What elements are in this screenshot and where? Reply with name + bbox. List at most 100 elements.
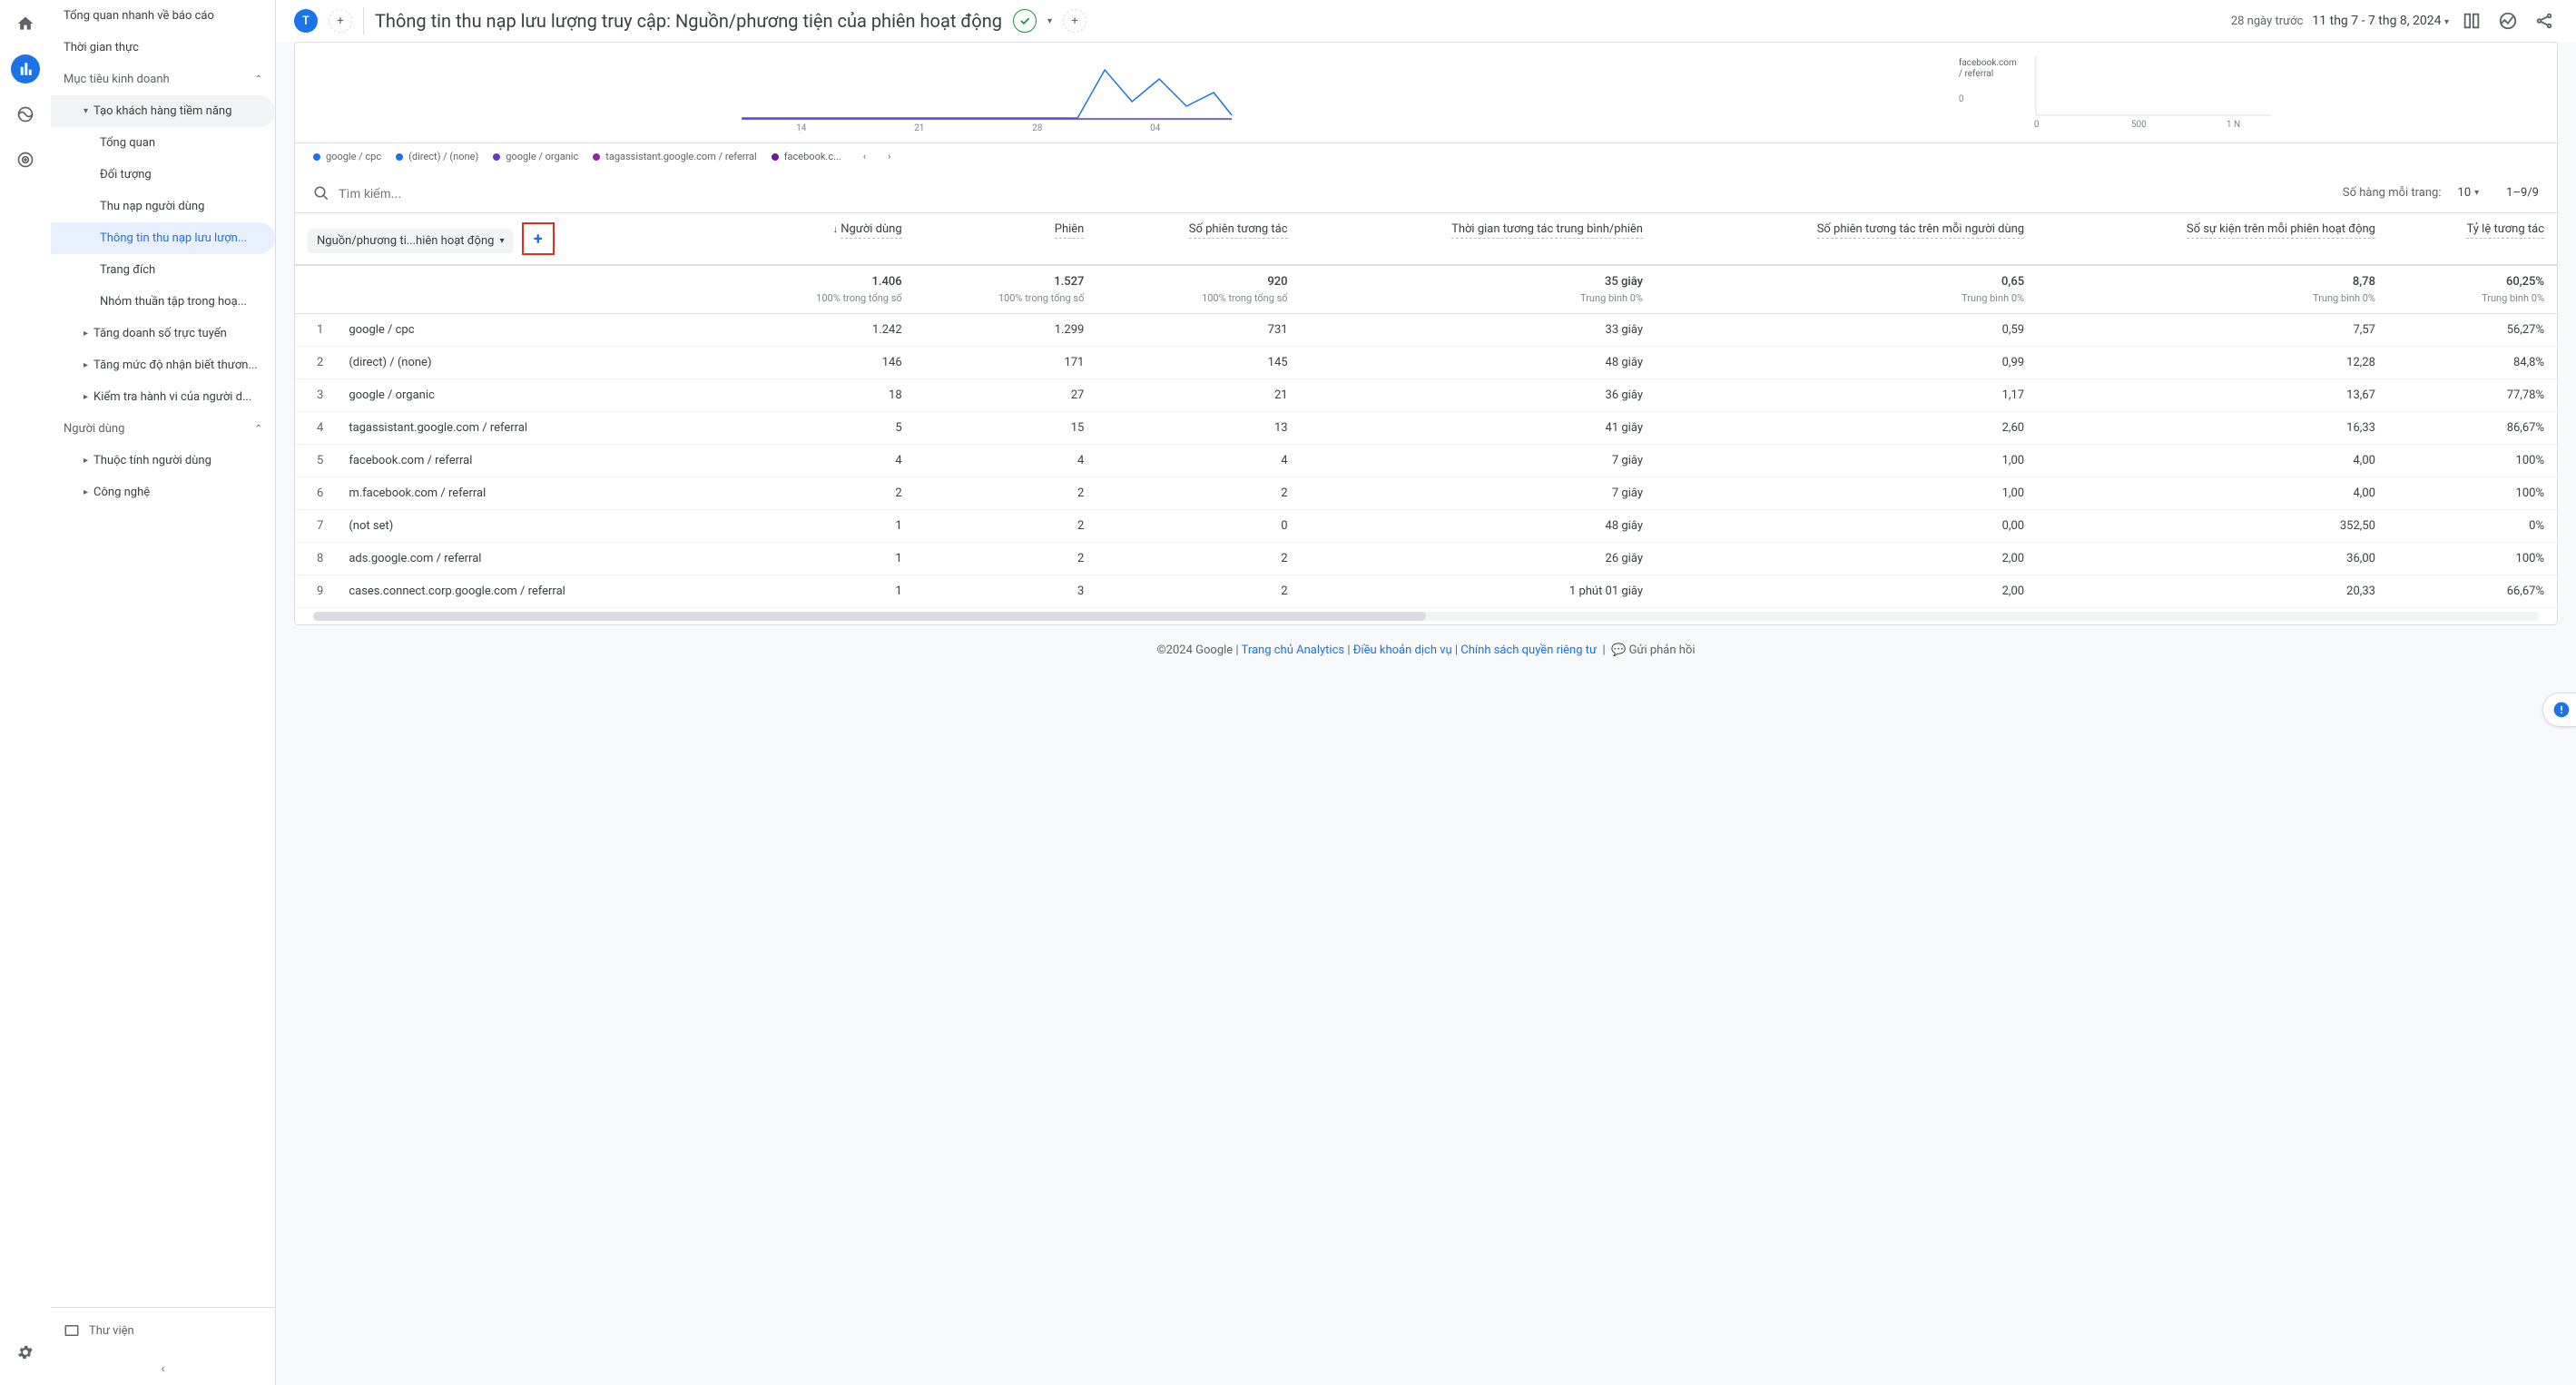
col-eng-rate[interactable]: Tỷ lệ tương tác — [2388, 213, 2557, 265]
legend-item[interactable]: tagassistant.google.com / referral — [593, 151, 756, 162]
sidebar-section-business[interactable]: Mục tiêu kinh doanh ⌃ — [51, 64, 275, 95]
insights-icon[interactable] — [2494, 7, 2522, 34]
sidebar-library[interactable]: Thư viện — [51, 1307, 275, 1353]
legend-prev[interactable]: ‹ — [863, 151, 866, 162]
collapse-sidebar-button[interactable]: ‹ — [51, 1353, 275, 1385]
legend-label: (direct) / (none) — [408, 151, 478, 162]
legend-item[interactable]: (direct) / (none) — [396, 151, 478, 162]
line-chart: 14 thg 21 28 04 — [313, 52, 1660, 133]
page-footer: ©2024 Google | Trang chủ Analytics | Điề… — [294, 625, 2558, 675]
reports-icon[interactable] — [11, 54, 40, 83]
sidebar-lead-gen[interactable]: ▾Tạo khách hàng tiềm năng — [51, 95, 275, 127]
sidebar-realtime[interactable]: Thời gian thực — [51, 32, 275, 64]
col-events-per[interactable]: Số sự kiện trên mỗi phiên hoạt động — [2037, 213, 2388, 265]
legend-label: facebook.c... — [784, 151, 841, 162]
library-icon — [64, 1322, 80, 1339]
plus-icon: + — [534, 230, 543, 249]
report-card: 14 thg 21 28 04 facebook.com / referral … — [294, 42, 2558, 625]
sidebar-item-label: Tạo khách hàng tiềm năng — [93, 104, 231, 118]
table-row[interactable]: 9cases.connect.corp.google.com / referra… — [295, 575, 2557, 608]
table-toolbar: Số hàng mỗi trang: 10 ▾ 1–9/9 — [295, 173, 2557, 213]
col-avg-time[interactable]: Thời gian tương tác trung bình/phiên — [1301, 213, 1656, 265]
table-row[interactable]: 3google / organic18272136 giây1,1713,677… — [295, 379, 2557, 412]
chevron-down-icon[interactable]: ▾ — [1047, 16, 1052, 26]
date-range-picker[interactable]: 11 thg 7 - 7 thg 8, 2024 ▾ — [2312, 14, 2449, 28]
advertising-icon[interactable] — [11, 145, 40, 174]
sidebar-traffic-acquisition[interactable]: Thông tin thu nạp lưu lượn... — [51, 222, 275, 254]
horizontal-scrollbar[interactable] — [313, 612, 2539, 621]
add-dimension-button[interactable]: + — [522, 222, 555, 255]
legend-label: google / cpc — [326, 151, 381, 162]
svg-text:0: 0 — [2034, 120, 2040, 130]
legend-dot — [593, 153, 600, 161]
pagination-range: 1–9/9 — [2506, 186, 2539, 200]
date-relative: 28 ngày trước — [2231, 15, 2304, 28]
sidebar-quick-overview[interactable]: Tổng quan nhanh về báo cáo — [51, 0, 275, 32]
sidebar-cohort[interactable]: Nhóm thuần tập trong hoạ... — [51, 286, 275, 318]
legend-next[interactable]: › — [888, 151, 890, 162]
legend-item[interactable]: google / organic — [493, 151, 578, 162]
col-users[interactable]: ↓ Người dùng — [732, 213, 915, 265]
svg-text:500: 500 — [2131, 120, 2147, 130]
table-row[interactable]: 8ads.google.com / referral12226 giây2,00… — [295, 543, 2557, 575]
table-row[interactable]: 2(direct) / (none)14617114548 giây0,9912… — [295, 347, 2557, 379]
chevron-up-icon: ⌃ — [255, 424, 262, 434]
chevron-right-icon: ▸ — [84, 329, 88, 339]
sidebar-section-label: Mục tiêu kinh doanh — [64, 73, 170, 86]
sidebar-user-acquisition[interactable]: Thu nạp người dùng — [51, 191, 275, 222]
sidebar-technology[interactable]: ▸Công nghệ — [51, 476, 275, 508]
sidebar-library-label: Thư viện — [89, 1324, 134, 1338]
table-row[interactable]: 1google / cpc1.2421.29973133 giây0,597,5… — [295, 314, 2557, 347]
svg-text:0: 0 — [1959, 94, 1964, 104]
settings-icon[interactable] — [11, 1338, 40, 1367]
nav-rail — [0, 0, 51, 1385]
rows-per-page-select[interactable]: 10 ▾ — [2451, 182, 2487, 203]
legend-dot — [396, 153, 403, 161]
legend-dot — [493, 153, 500, 161]
legend-dot — [313, 153, 320, 161]
bar-chart: facebook.com / referral 0 0 500 1 N — [1696, 52, 2539, 133]
chevron-right-icon: ▸ — [84, 456, 88, 466]
table-row[interactable]: 5facebook.com / referral4447 giây1,004,0… — [295, 445, 2557, 477]
add-tab-button[interactable]: + — [329, 9, 352, 33]
footer-feedback[interactable]: 💬 Gửi phản hồi — [1611, 643, 1695, 657]
col-engaged[interactable]: Số phiên tương tác — [1096, 213, 1300, 265]
legend-dot — [772, 153, 779, 161]
sidebar-audience[interactable]: Đối tượng — [51, 159, 275, 191]
footer-terms[interactable]: Điều khoản dịch vụ — [1353, 643, 1452, 657]
chevron-up-icon: ⌃ — [255, 74, 262, 84]
sidebar-user-attributes[interactable]: ▸Thuộc tính người dùng — [51, 445, 275, 476]
sidebar-brand-awareness[interactable]: ▸Tăng mức độ nhận biết thươn... — [51, 349, 275, 381]
table-row[interactable]: 7(not set)12048 giây0,00352,500% — [295, 510, 2557, 543]
totals-row: 1.406100% trong tổng số 1.527100% trong … — [295, 265, 2557, 314]
footer-analytics-home[interactable]: Trang chủ Analytics — [1242, 643, 1345, 657]
legend-item[interactable]: google / cpc — [313, 151, 381, 162]
sidebar-section-users[interactable]: Người dùng⌃ — [51, 413, 275, 445]
table-row[interactable]: 4tagassistant.google.com / referral51513… — [295, 412, 2557, 445]
status-check-icon[interactable] — [1013, 9, 1037, 33]
compare-icon[interactable] — [2458, 7, 2485, 34]
sidebar-landing[interactable]: Trang đích — [51, 254, 275, 286]
dimension-picker[interactable]: Nguồn/phương ti...hiên hoạt động ▾ — [308, 229, 513, 253]
floating-insights-button[interactable] — [2542, 692, 2576, 727]
home-icon[interactable] — [11, 9, 40, 38]
share-icon[interactable] — [2531, 7, 2558, 34]
legend-label: tagassistant.google.com / referral — [605, 151, 756, 162]
sidebar-grow-sales[interactable]: ▸Tăng doanh số trực tuyến — [51, 318, 275, 349]
table-row[interactable]: 6m.facebook.com / referral2227 giây1,004… — [295, 477, 2557, 510]
add-comparison-button[interactable]: + — [1063, 9, 1086, 33]
col-sessions[interactable]: Phiên — [915, 213, 1097, 265]
svg-text:21: 21 — [914, 123, 924, 133]
footer-privacy[interactable]: Chính sách quyền riêng tư — [1460, 643, 1597, 657]
sidebar: Tổng quan nhanh về báo cáo Thời gian thự… — [51, 0, 276, 1385]
legend-item[interactable]: facebook.c... — [772, 151, 841, 162]
col-eng-per-user[interactable]: Số phiên tương tác trên mỗi người dùng — [1656, 213, 2037, 265]
explore-icon[interactable] — [11, 100, 40, 129]
chevron-right-icon: ▸ — [84, 487, 88, 497]
tab-pill[interactable]: T — [294, 9, 318, 33]
sidebar-overview[interactable]: Tổng quan — [51, 127, 275, 159]
search-input[interactable] — [339, 186, 2334, 201]
sidebar-check-behavior[interactable]: ▸Kiểm tra hành vi của người d... — [51, 381, 275, 413]
svg-text:/ referral: / referral — [1959, 68, 1993, 79]
legend-label: google / organic — [506, 151, 578, 162]
